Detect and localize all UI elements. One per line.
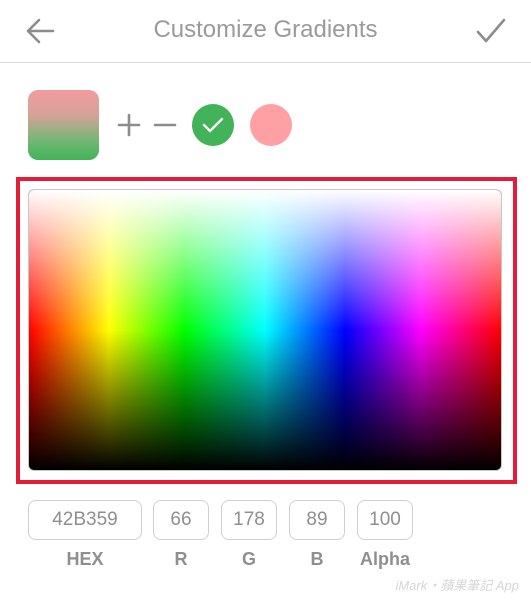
confirm-button[interactable] <box>476 17 506 45</box>
top-bar: Customize Gradients <box>0 0 531 63</box>
checkmark-icon <box>476 18 506 43</box>
add-color-button[interactable] <box>116 112 142 138</box>
check-icon <box>202 117 224 133</box>
alpha-label: Alpha <box>359 549 410 569</box>
green-input[interactable]: 178 <box>221 500 277 540</box>
blue-label: B <box>310 549 324 569</box>
color-spectrum-picker[interactable] <box>28 189 502 471</box>
watermark: iMark・蘋果筆記 App <box>395 578 519 593</box>
hex-label: HEX <box>66 549 104 569</box>
minus-icon <box>153 123 177 127</box>
hex-input[interactable]: 42B359 <box>28 500 142 540</box>
remove-color-button[interactable] <box>152 112 178 138</box>
red-label: R <box>174 549 188 569</box>
red-input[interactable]: 66 <box>153 500 209 540</box>
page-title: Customize Gradients <box>153 16 378 43</box>
alpha-input[interactable]: 100 <box>357 500 413 540</box>
color-stop-green-selected[interactable] <box>192 104 234 146</box>
green-label: G <box>241 549 256 569</box>
brightness-overlay <box>29 190 501 470</box>
plus-icon <box>117 113 141 137</box>
gradient-preview <box>28 90 99 160</box>
color-stop-pink[interactable] <box>250 104 292 146</box>
blue-input[interactable]: 89 <box>289 500 345 540</box>
